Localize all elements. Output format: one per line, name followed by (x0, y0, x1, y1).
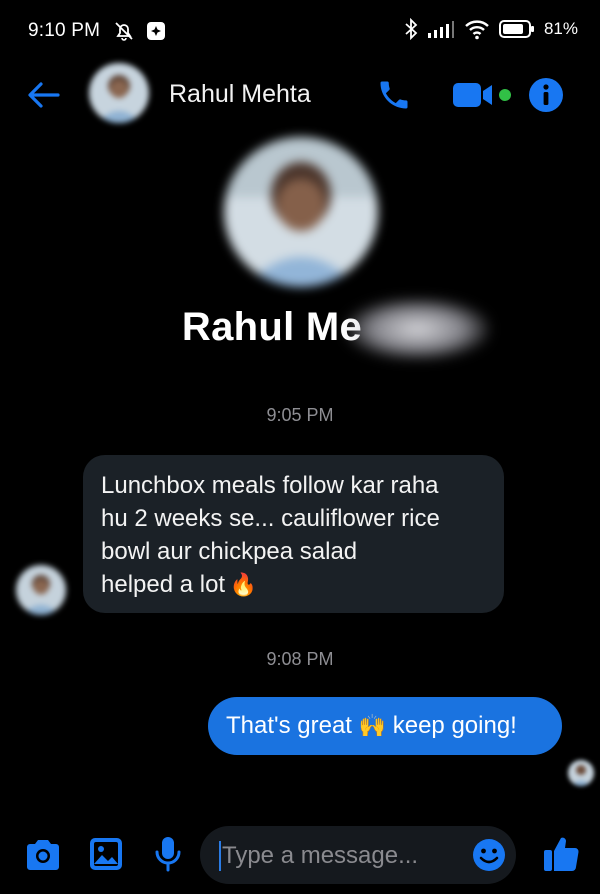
back-button[interactable] (26, 78, 62, 112)
thumbs-up-icon (544, 837, 579, 871)
avatar-image (16, 565, 66, 615)
wifi-icon (465, 20, 489, 40)
raising-hands-emoji: 🙌 (358, 713, 387, 738)
profile-avatar[interactable] (224, 137, 378, 287)
audio-call-button[interactable] (375, 77, 413, 113)
phone-icon (380, 81, 408, 109)
profile-name-text: Rahul Me (181, 305, 363, 349)
info-icon (529, 78, 563, 112)
header-contact-name[interactable]: Rahul Mehta (169, 80, 311, 109)
avatar-image (568, 760, 594, 786)
back-arrow-icon (28, 82, 60, 108)
video-call-button[interactable] (452, 81, 496, 109)
message-timestamp: 9:08 PM (266, 649, 334, 669)
gallery-button[interactable] (89, 837, 123, 871)
like-button[interactable] (542, 835, 580, 873)
signal-icon (427, 21, 454, 38)
sent-message-bubble[interactable]: That's great 🙌 keep going! (208, 697, 562, 755)
received-message-text: Lunchbox meals follow kar raha hu 2 week… (101, 472, 440, 598)
avatar-image (224, 137, 378, 287)
status-icons-right: 81% (404, 18, 578, 40)
active-status-dot (499, 89, 511, 101)
text-cursor (219, 841, 221, 871)
seen-receipt-avatar (568, 760, 594, 786)
video-camera-icon (453, 83, 492, 107)
camera-button[interactable] (24, 838, 62, 872)
redacted-blur (345, 298, 490, 360)
message-input[interactable] (222, 841, 452, 871)
message-timestamp: 9:05 PM (266, 405, 334, 425)
gallery-icon (90, 838, 122, 870)
voice-record-button[interactable] (154, 835, 182, 873)
app-notification-icon (147, 22, 165, 40)
header-avatar[interactable] (89, 63, 149, 123)
sender-avatar[interactable] (16, 565, 66, 615)
avatar-image (89, 63, 149, 123)
battery-percentage: 81% (543, 19, 578, 38)
received-message-bubble[interactable]: Lunchbox meals follow kar raha hu 2 week… (83, 455, 504, 613)
status-icons-left (112, 19, 166, 43)
fire-emoji: 🔥 (229, 572, 257, 597)
sent-message-text: That's great 🙌 keep going! (226, 712, 517, 739)
bluetooth-icon (405, 18, 418, 40)
sent-text-part-2: keep going! (386, 712, 517, 739)
emoji-button[interactable] (472, 838, 506, 872)
info-button[interactable] (528, 77, 564, 113)
camera-icon (27, 840, 59, 870)
mute-vibrate-icon (115, 22, 133, 41)
status-time: 9:10 PM (28, 20, 101, 41)
profile-name: Rahul Me (0, 305, 600, 350)
battery-icon (498, 20, 534, 38)
emoji-icon (473, 839, 505, 871)
microphone-icon (155, 837, 181, 872)
sent-text-part-1: That's great (226, 712, 359, 739)
